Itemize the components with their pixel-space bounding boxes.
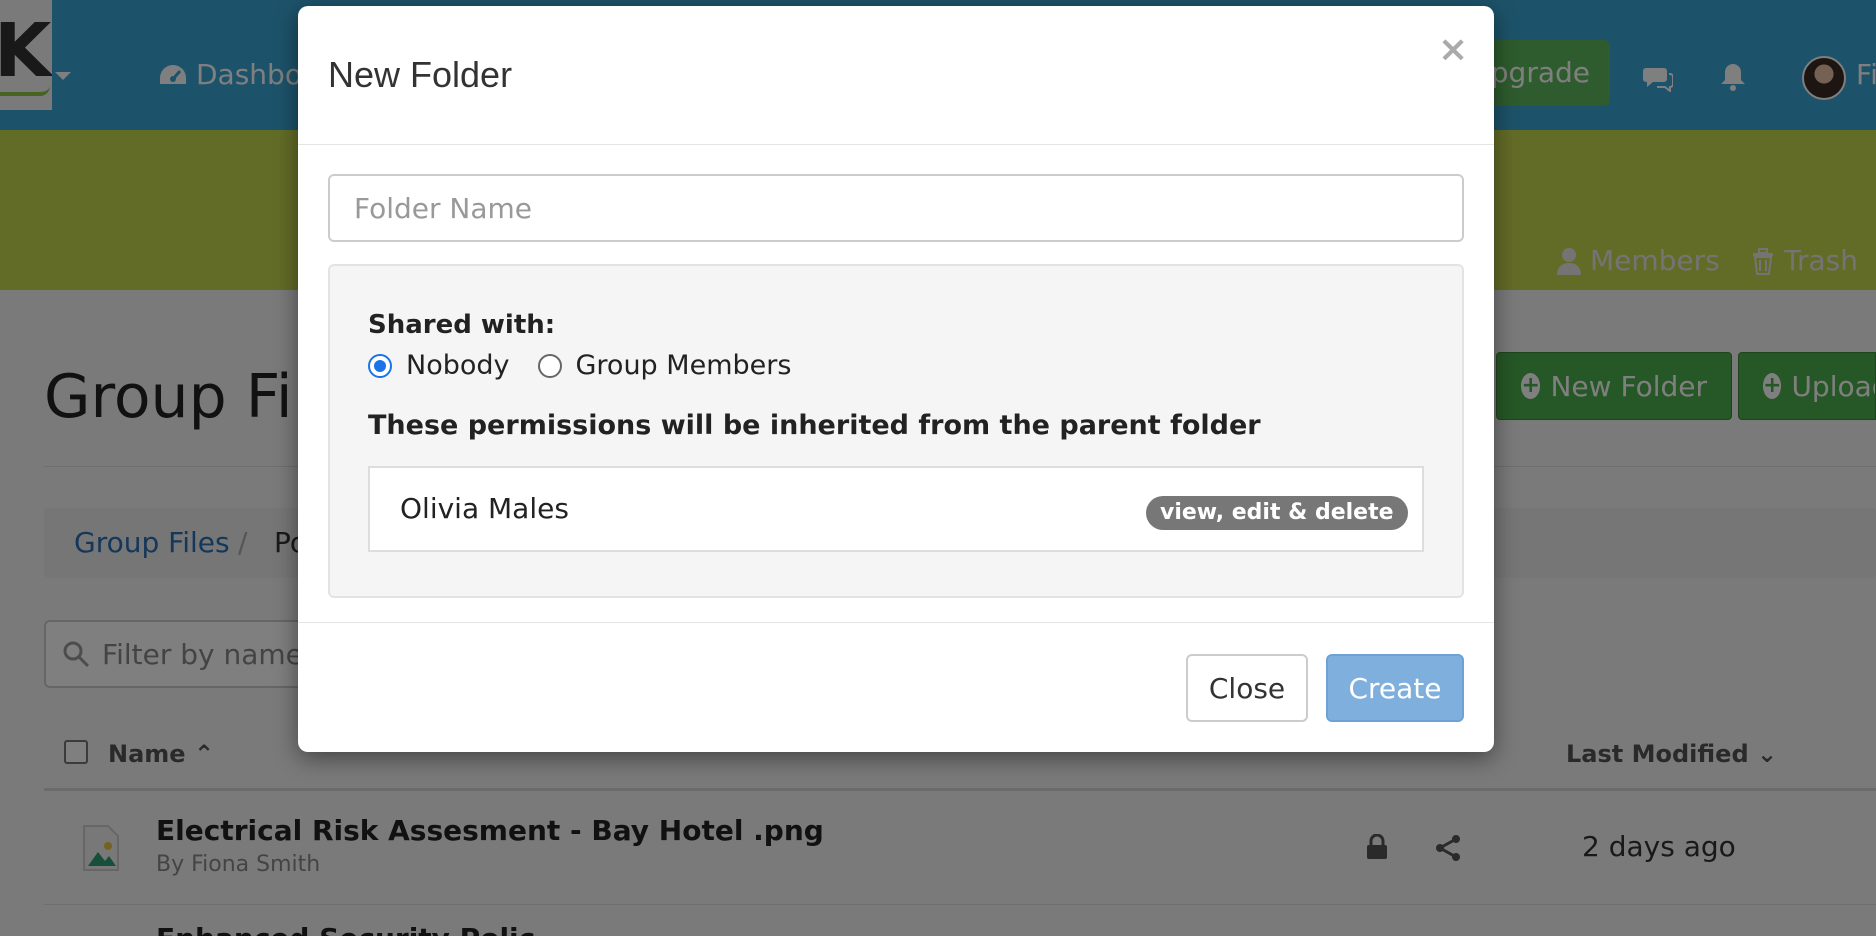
new-folder-modal: New Folder × Shared with: Nobody Group M…: [298, 6, 1494, 752]
radio-nobody-label[interactable]: Nobody: [406, 350, 510, 381]
create-button[interactable]: Create: [1326, 654, 1464, 722]
close-icon[interactable]: ×: [1438, 32, 1468, 68]
radio-nobody[interactable]: [368, 353, 392, 378]
shared-with-label: Shared with:: [368, 310, 556, 340]
sharing-options: Nobody Group Members: [368, 350, 791, 381]
radio-group-members[interactable]: [537, 353, 562, 378]
modal-header-divider: [298, 144, 1494, 145]
permission-user: Olivia Males: [400, 492, 569, 525]
sharing-panel: Shared with: Nobody Group Members These …: [328, 264, 1464, 598]
close-button[interactable]: Close: [1186, 654, 1308, 722]
permission-badge: view, edit & delete: [1146, 496, 1408, 530]
permission-row: Olivia Males view, edit & delete: [368, 466, 1424, 552]
modal-title: New Folder: [328, 54, 513, 95]
inherit-note: These permissions will be inherited from…: [368, 410, 1261, 441]
modal-footer-divider: [298, 622, 1494, 623]
radio-group-members-label[interactable]: Group Members: [576, 350, 792, 381]
folder-name-input[interactable]: [328, 174, 1464, 242]
